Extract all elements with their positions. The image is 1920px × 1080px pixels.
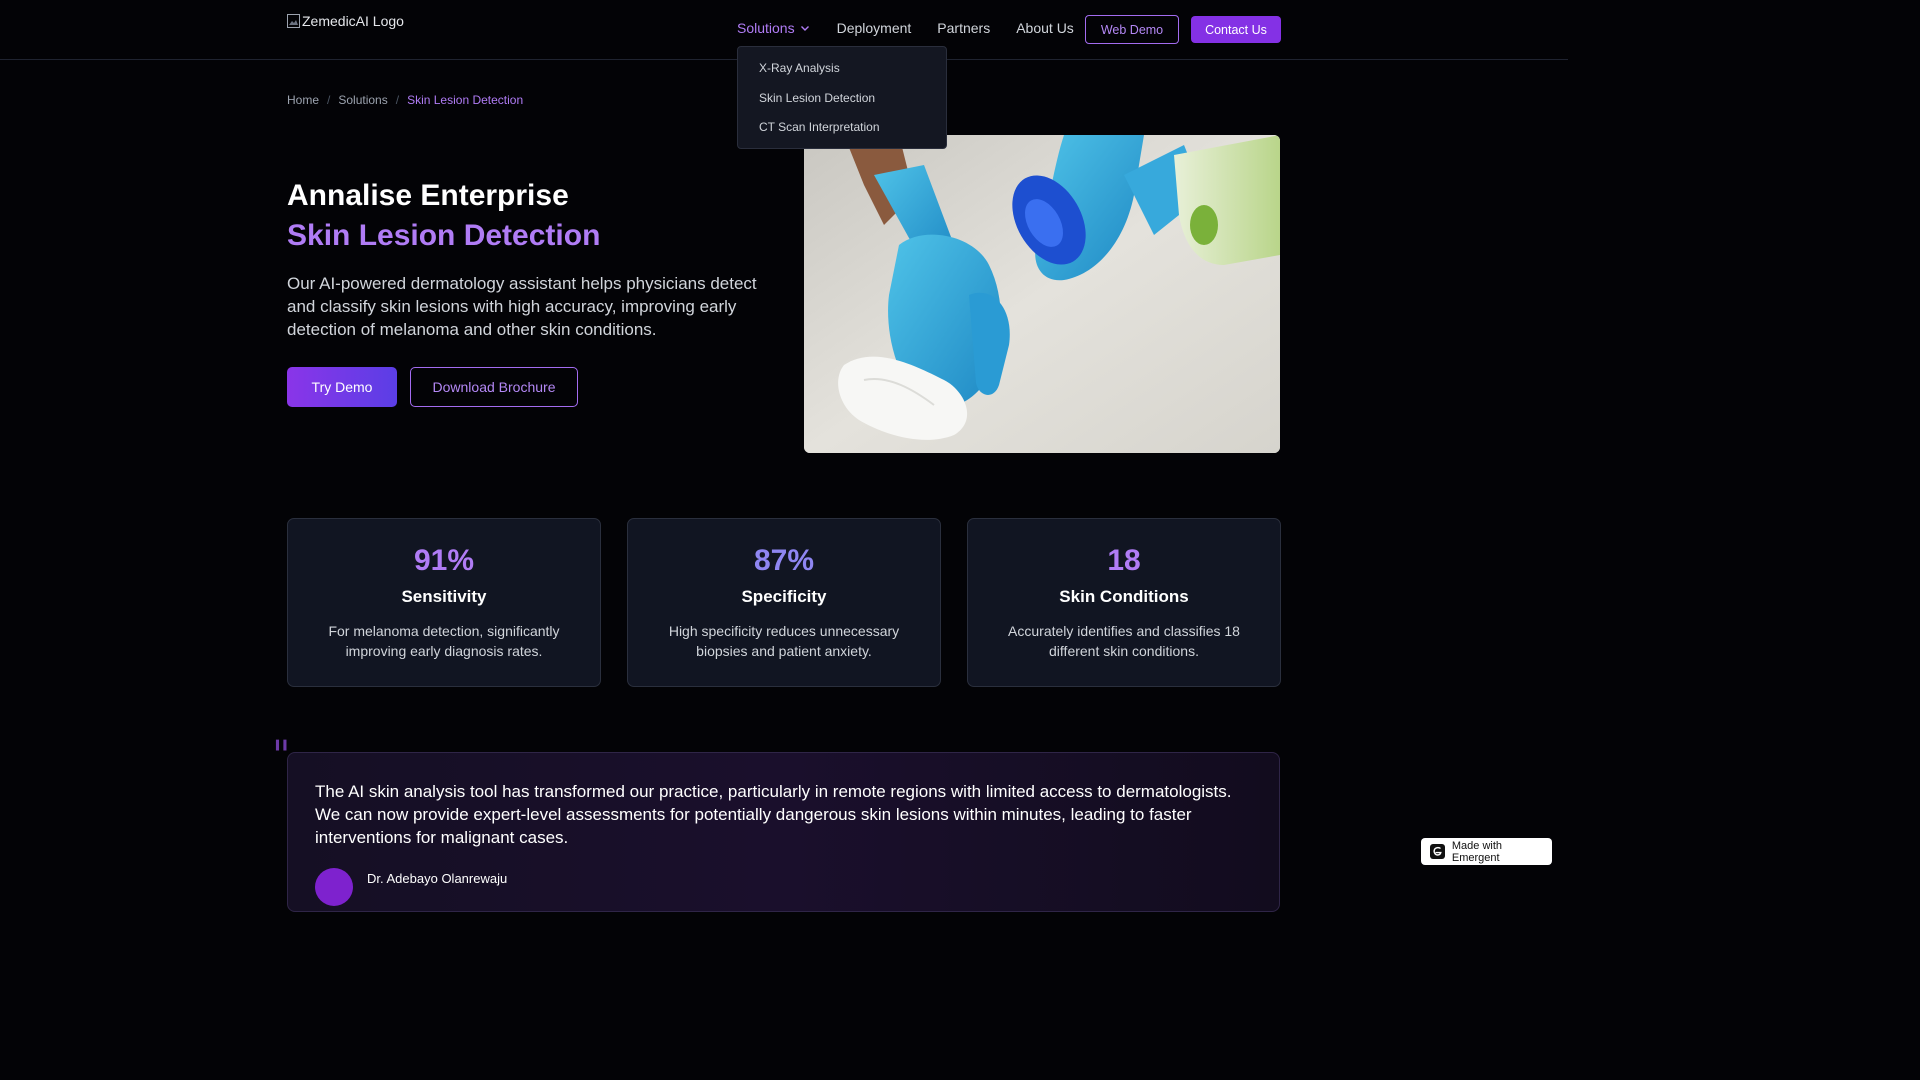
nav-solutions[interactable]: Solutions <box>737 20 811 36</box>
page-subtitle: Skin Lesion Detection <box>287 219 601 252</box>
stat-card-specificity: 87% Specificity High specificity reduces… <box>627 518 941 687</box>
logo-alt-text: ZemedicAI Logo <box>302 13 404 29</box>
testimonial-text: The AI skin analysis tool has transforme… <box>315 782 1232 847</box>
avatar <box>315 868 353 906</box>
made-with-emergent-badge[interactable]: Made with Emergent <box>1421 838 1552 865</box>
stat-description: High specificity reduces unnecessary bio… <box>668 623 900 659</box>
breadcrumb-current: Skin Lesion Detection <box>407 93 524 107</box>
main-nav: Solutions Deployment Partners About Us <box>737 20 1074 36</box>
breadcrumb-separator: / <box>395 93 400 107</box>
menu-item-ct-scan-interpretation[interactable]: CT Scan Interpretation <box>738 120 946 150</box>
broken-image-icon <box>287 14 300 28</box>
stat-value: 91% <box>413 544 475 577</box>
logo[interactable]: ZemedicAI Logo <box>287 13 404 29</box>
stat-description: For melanoma detection, significantly im… <box>328 623 560 659</box>
stat-label: Sensitivity <box>401 587 487 606</box>
nav-about-us-label: About Us <box>1016 20 1074 36</box>
testimonial-author: Dr. Adebayo Olanrewaju <box>367 871 508 886</box>
page-title: Annalise Enterprise <box>287 179 569 212</box>
menu-item-xray-analysis[interactable]: X-Ray Analysis <box>738 61 946 91</box>
solutions-dropdown-menu: X-Ray Analysis Skin Lesion Detection CT … <box>737 46 947 149</box>
stat-description: Accurately identifies and classifies 18 … <box>1008 623 1240 659</box>
download-brochure-button[interactable]: Download Brochure <box>410 367 578 407</box>
nav-solutions-label: Solutions <box>737 20 795 36</box>
contact-us-button[interactable]: Contact Us <box>1191 16 1281 43</box>
stat-label: Skin Conditions <box>1059 587 1189 606</box>
badge-label: Made with Emergent <box>1451 839 1503 864</box>
breadcrumb: Home / Solutions / Skin Lesion Detection <box>287 93 523 107</box>
chevron-down-icon <box>800 26 809 31</box>
stat-card-skin-conditions: 18 Skin Conditions Accurately identifies… <box>967 518 1281 687</box>
nav-partners[interactable]: Partners <box>937 20 990 36</box>
hero-image <box>804 135 1280 453</box>
nav-about-us[interactable]: About Us <box>1016 20 1074 36</box>
try-demo-button[interactable]: Try Demo <box>287 367 397 407</box>
nav-partners-label: Partners <box>937 20 991 36</box>
nav-deployment[interactable]: Deployment <box>837 20 912 36</box>
gloved-hand-cleaning-photo-icon <box>804 135 1280 453</box>
menu-item-skin-lesion-detection[interactable]: Skin Lesion Detection <box>738 91 946 121</box>
web-demo-button[interactable]: Web Demo <box>1085 15 1179 44</box>
stat-value: 87% <box>753 544 815 577</box>
stat-value: 18 <box>1107 544 1141 577</box>
breadcrumb-solutions[interactable]: Solutions <box>338 93 387 107</box>
stat-card-sensitivity: 91% Sensitivity For melanoma detection, … <box>287 518 601 687</box>
breadcrumb-home[interactable]: Home <box>287 93 319 107</box>
stat-label: Specificity <box>741 587 827 606</box>
nav-deployment-label: Deployment <box>836 20 912 36</box>
breadcrumb-separator: / <box>327 93 331 107</box>
hero-description: Our AI-powered dermatology assistant hel… <box>287 274 757 339</box>
emergent-logo-icon <box>1430 844 1445 859</box>
testimonial-card: The AI skin analysis tool has transforme… <box>287 752 1280 912</box>
